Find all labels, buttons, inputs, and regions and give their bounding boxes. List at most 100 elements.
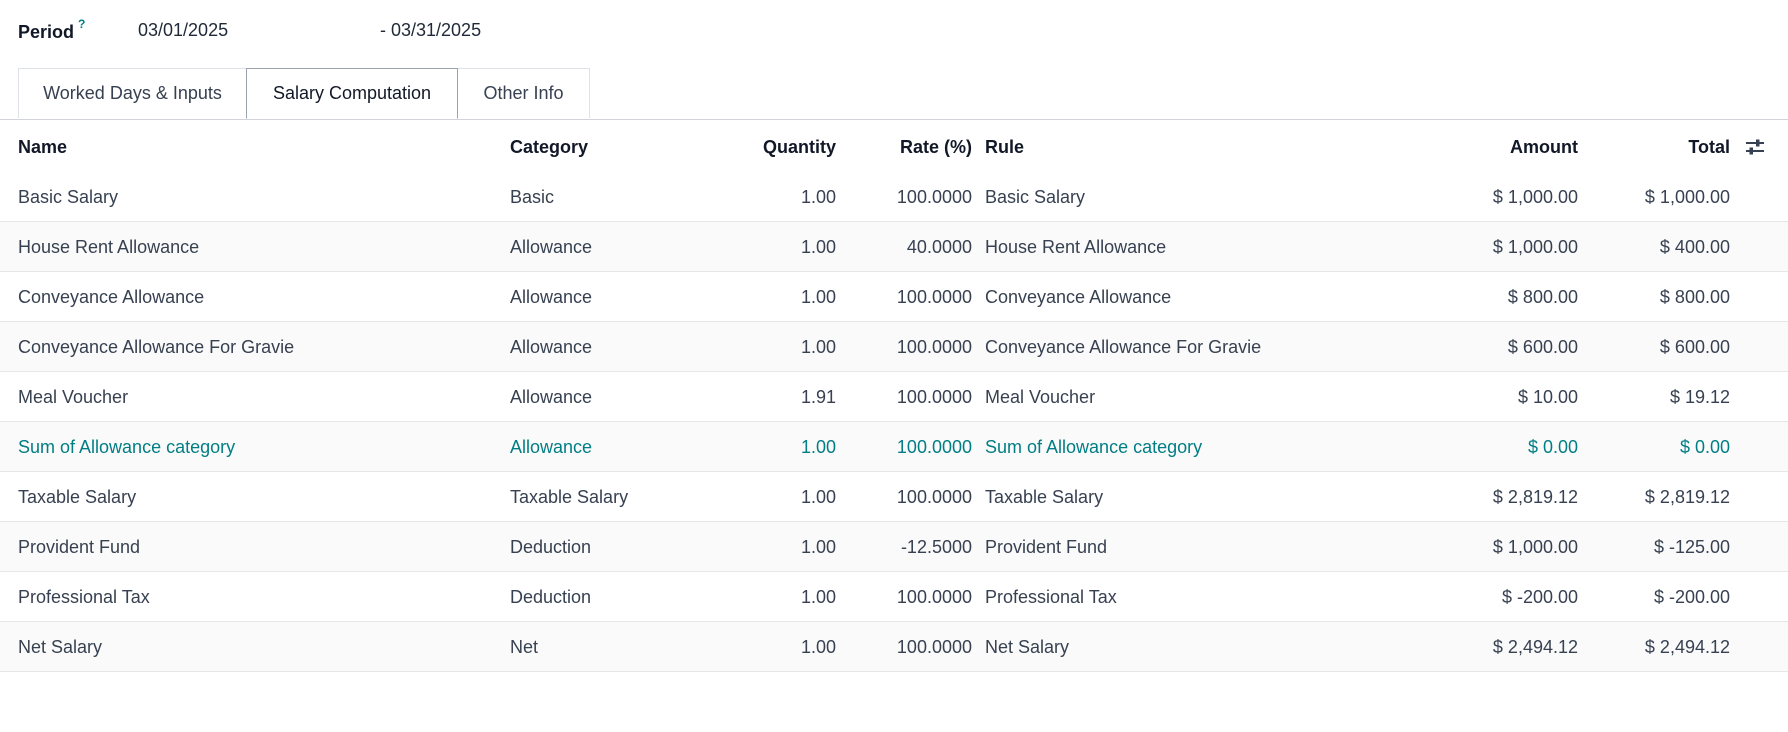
cell-amount: $ 1,000.00 [1492, 536, 1578, 557]
cell-amount: $ 2,819.12 [1492, 486, 1578, 507]
cell-rule: House Rent Allowance [985, 236, 1167, 257]
cell-total: $ 0.00 [1679, 436, 1730, 457]
cell-quantity: 1.00 [800, 486, 836, 507]
cell-total: $ 1,000.00 [1644, 186, 1730, 207]
cell-name: Conveyance Allowance [18, 286, 205, 307]
cell-rule: Taxable Salary [985, 486, 1104, 507]
cell-category: Allowance [510, 286, 593, 307]
table-row[interactable]: House Rent Allowance Allowance 1.00 40.0000… [0, 222, 1788, 272]
cell-total: $ 2,494.12 [1644, 636, 1730, 657]
cell-name: Provident Fund [18, 536, 141, 557]
cell-rate: 100.0000 [896, 586, 972, 607]
cell-amount: $ 0.00 [1527, 436, 1578, 457]
cell-name: Taxable Salary [18, 486, 137, 507]
cell-quantity: 1.00 [800, 436, 836, 457]
cell-rule: Meal Voucher [985, 386, 1096, 407]
table-row[interactable]: Basic Salary Basic 1.00 100.0000 Basic Salar… [0, 172, 1788, 222]
column-header-quantity[interactable]: Quantity [700, 122, 836, 172]
table-row[interactable]: Taxable Salary Taxable Salary 1.00 100.0000… [0, 472, 1788, 522]
cell-amount: $ 1,000.00 [1492, 186, 1578, 207]
cell-name: Meal Voucher [18, 386, 129, 407]
cell-rate: 100.0000 [896, 286, 972, 307]
cell-rule: Professional Tax [985, 586, 1117, 607]
cell-rule: Conveyance Allowance [985, 286, 1172, 307]
cell-total: $ -200.00 [1653, 586, 1730, 607]
cell-rule: Net Salary [985, 636, 1070, 657]
cell-amount: $ 2,494.12 [1492, 636, 1578, 657]
tab-other-info[interactable]: Other Info [457, 68, 590, 118]
payslip-page: Period ? 03/01/2025 - 03/31/2025 Worked … [0, 0, 1788, 732]
cell-category: Deduction [510, 586, 592, 607]
table-row[interactable]: Conveyance Allowance For Gravie Allowance… [0, 322, 1788, 372]
cell-category: Basic [510, 186, 555, 207]
cell-rate: 100.0000 [896, 386, 972, 407]
cell-rate: 100.0000 [896, 186, 972, 207]
cell-total: $ 400.00 [1659, 236, 1730, 257]
cell-total: $ 2,819.12 [1644, 486, 1730, 507]
cell-total: $ 19.12 [1669, 386, 1730, 407]
cell-name: Basic Salary [18, 186, 119, 207]
cell-quantity: 1.00 [800, 236, 836, 257]
period-row: Period ? [18, 17, 85, 46]
cell-rate: 40.0000 [906, 236, 972, 257]
cell-name: Professional Tax [18, 586, 150, 607]
period-label: Period [18, 21, 75, 42]
cell-quantity: 1.00 [800, 536, 836, 557]
cell-category: Allowance [510, 336, 593, 357]
cell-category: Taxable Salary [510, 486, 629, 507]
table-row[interactable]: Sum of Allowance category Allowance 1.00 10… [0, 422, 1788, 472]
cell-total: $ -125.00 [1653, 536, 1730, 557]
cell-category: Allowance [510, 386, 593, 407]
cell-rule: Provident Fund [985, 536, 1108, 557]
period-start-field[interactable]: 03/01/2025 [138, 20, 228, 41]
cell-category: Allowance [510, 236, 593, 257]
cell-category: Allowance [510, 436, 593, 457]
cell-name: Net Salary [18, 636, 103, 657]
cell-amount: $ 1,000.00 [1492, 236, 1578, 257]
cell-rule: Basic Salary [985, 186, 1086, 207]
cell-rate: 100.0000 [896, 436, 972, 457]
cell-total: $ 600.00 [1659, 336, 1730, 357]
table-row[interactable]: Meal Voucher Allowance 1.91 100.0000 Meal Vo… [0, 372, 1788, 422]
column-header-category[interactable]: Category [510, 122, 710, 172]
salary-computation-table: Name Category Quantity Rate (%) Rule Amo… [0, 122, 1788, 672]
tab-bar: Worked Days & Inputs Salary Computation … [0, 68, 1788, 120]
table-header: Name Category Quantity Rate (%) Rule Amo… [0, 122, 1788, 172]
table-row[interactable]: Professional Tax Deduction 1.00 100.0000 Pro… [0, 572, 1788, 622]
cell-rule: Sum of Allowance category [985, 436, 1203, 457]
cell-category: Net [510, 636, 539, 657]
tab-worked-days-inputs[interactable]: Worked Days & Inputs [18, 68, 247, 118]
period-end-field[interactable]: - 03/31/2025 [380, 20, 481, 41]
table-row[interactable]: Net Salary Net 1.00 100.0000 Net Salary $ 2,4… [0, 622, 1788, 672]
table-body: Basic Salary Basic 1.00 100.0000 Basic Salar… [0, 172, 1788, 672]
cell-quantity: 1.91 [800, 386, 836, 407]
cell-name: Conveyance Allowance For Gravie [18, 336, 295, 357]
cell-rule: Conveyance Allowance For Gravie [985, 336, 1262, 357]
cell-amount: $ 10.00 [1517, 386, 1578, 407]
sliders-icon[interactable] [1740, 122, 1770, 172]
cell-rate: -12.5000 [900, 536, 972, 557]
column-header-name[interactable]: Name [18, 122, 488, 172]
cell-amount: $ 600.00 [1507, 336, 1578, 357]
cell-amount: $ 800.00 [1507, 286, 1578, 307]
cell-quantity: 1.00 [800, 336, 836, 357]
cell-total: $ 800.00 [1659, 286, 1730, 307]
cell-rate: 100.0000 [896, 636, 972, 657]
cell-category: Deduction [510, 536, 592, 557]
cell-name: House Rent Allowance [18, 236, 200, 257]
tab-salary-computation[interactable]: Salary Computation [246, 68, 458, 119]
cell-rate: 100.0000 [896, 486, 972, 507]
cell-amount: $ -200.00 [1501, 586, 1578, 607]
cell-quantity: 1.00 [800, 286, 836, 307]
cell-quantity: 1.00 [800, 636, 836, 657]
cell-quantity: 1.00 [800, 586, 836, 607]
cell-quantity: 1.00 [800, 186, 836, 207]
period-help-icon[interactable]: ? [78, 17, 85, 31]
table-row[interactable]: Conveyance Allowance Allowance 1.00 100.000… [0, 272, 1788, 322]
column-header-rule[interactable]: Rule [985, 122, 1385, 172]
cell-rate: 100.0000 [896, 336, 972, 357]
column-header-total[interactable]: Total [1580, 122, 1730, 172]
column-header-amount[interactable]: Amount [1378, 122, 1578, 172]
table-row[interactable]: Provident Fund Deduction 1.00 -12.5000 Provi… [0, 522, 1788, 572]
column-header-rate[interactable]: Rate (%) [846, 122, 972, 172]
